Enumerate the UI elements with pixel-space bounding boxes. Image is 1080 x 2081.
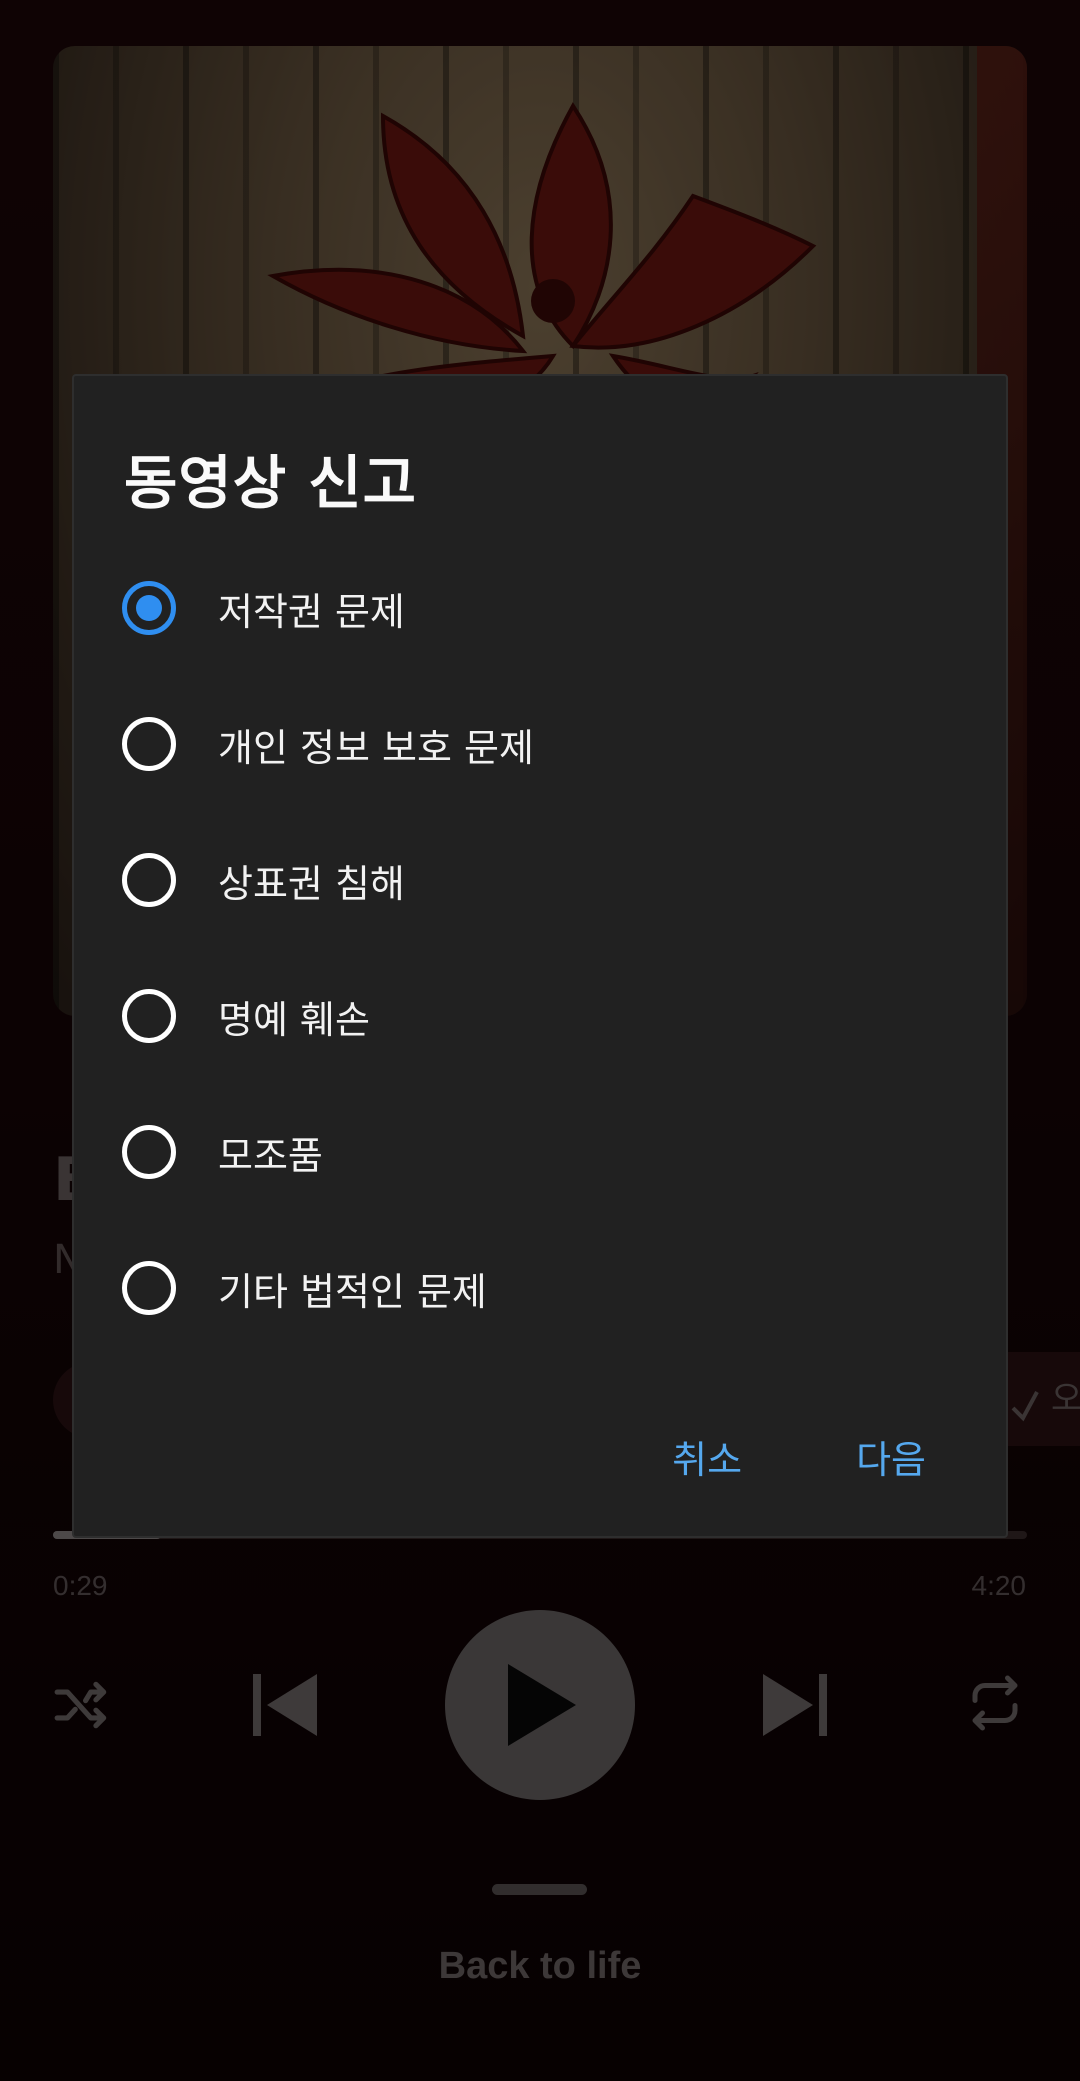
radio-button[interactable] — [122, 1125, 176, 1179]
dialog-actions: 취소 다음 — [672, 1429, 926, 1484]
option-copyright[interactable]: 저작권 문제 — [122, 558, 962, 658]
option-label: 상표권 침해 — [218, 861, 405, 906]
cancel-button[interactable]: 취소 — [672, 1429, 742, 1484]
option-privacy[interactable]: 개인 정보 보호 문제 — [122, 694, 962, 794]
option-counterfeit[interactable]: 모조품 — [122, 1102, 962, 1202]
option-label: 명예 훼손 — [218, 997, 370, 1042]
option-label: 개인 정보 보호 문제 — [218, 725, 534, 770]
report-video-dialog: 동영상 신고 저작권 문제 개인 정보 보호 문제 상표권 침해 명예 훼손 모… — [72, 374, 1008, 1538]
radio-button[interactable] — [122, 853, 176, 907]
radio-button[interactable] — [122, 989, 176, 1043]
option-defamation[interactable]: 명예 훼손 — [122, 966, 962, 1066]
radio-button[interactable] — [122, 717, 176, 771]
radio-button[interactable] — [122, 1261, 176, 1315]
option-label: 기타 법적인 문제 — [218, 1269, 487, 1314]
option-other-legal[interactable]: 기타 법적인 문제 — [122, 1238, 962, 1338]
radio-button[interactable] — [122, 581, 176, 635]
dialog-title: 동영상 신고 — [124, 449, 417, 517]
next-button[interactable]: 다음 — [856, 1429, 926, 1484]
option-label: 저작권 문제 — [218, 589, 405, 634]
option-label: 모조품 — [218, 1133, 323, 1178]
option-trademark[interactable]: 상표권 침해 — [122, 830, 962, 930]
